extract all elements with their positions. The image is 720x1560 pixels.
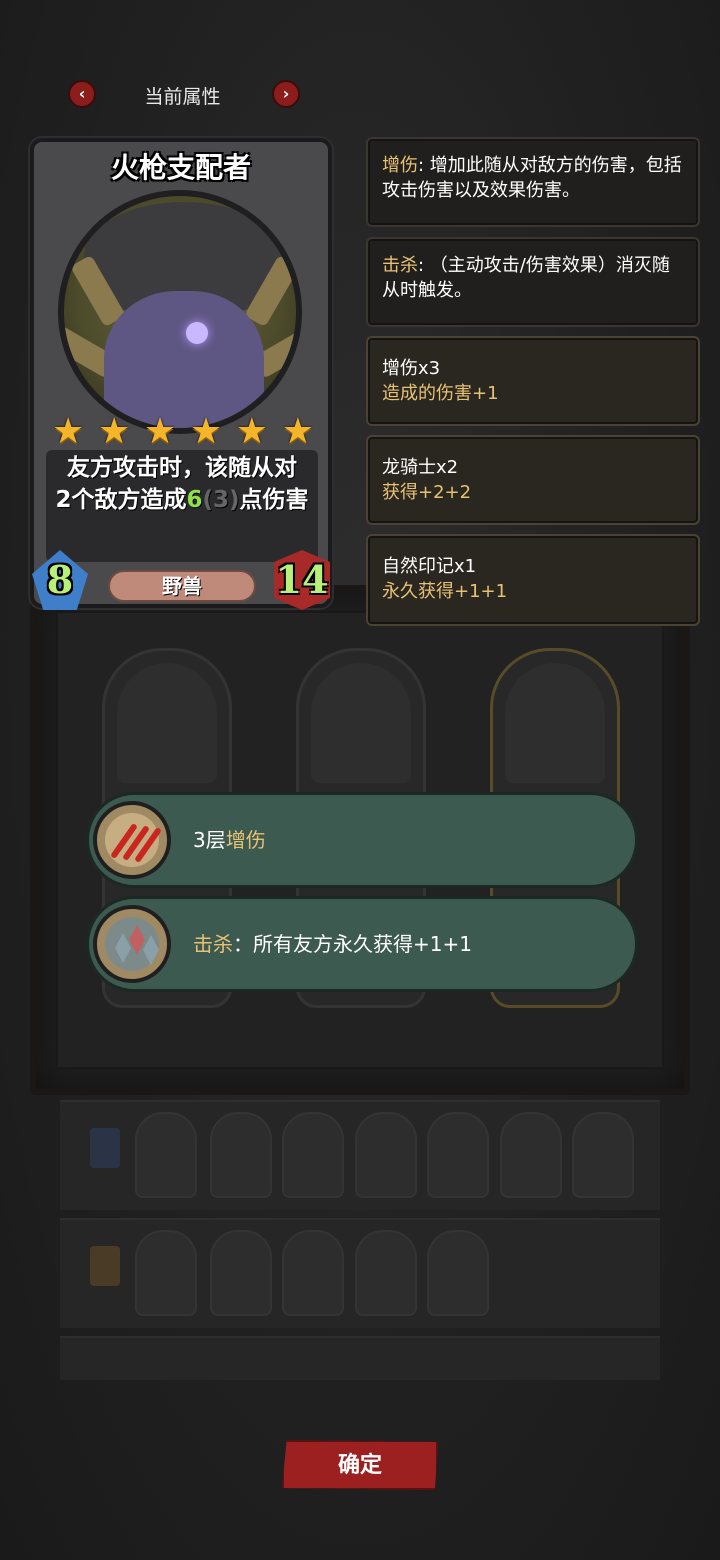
desc-target-count: 2 [55,487,72,513]
buff-panel-dragon-knight: 龙骑士x2 获得+2+2 [366,435,700,525]
keyword-text: 增伤: 增加此随从对敌方的伤害，包括攻击伤害以及效果伤害。 [382,153,684,203]
health-stat: 14 [274,550,330,610]
next-arrow-button[interactable]: › [272,80,300,108]
shop-row-1 [60,1100,660,1210]
keyword-separator: : [418,155,430,176]
banner-prefix: 3层 [193,828,226,852]
buff-panel-nature-mark: 自然印记x1 永久获得+1+1 [366,534,700,626]
glowing-eye-art [186,322,208,344]
shop-tier-badge [90,1246,120,1286]
card-portrait [58,190,302,434]
desc-text: 友方攻击时，该随从对 [67,455,297,481]
buff-panel-damage-boost: 增伤x3 造成的伤害+1 [366,336,700,426]
minion-card: 火枪支配者 ★ ★ ★ ★ ★ ★ 友方攻击时，该随从对 2个敌方造成6(3)点伤… [30,138,332,610]
banner-text: 3层增伤 [193,795,266,885]
banner-keyword: 击杀 [193,932,233,956]
star-rating: ★ ★ ★ ★ ★ ★ [52,414,314,450]
keyword-term: 增伤 [382,155,418,176]
star-icon: ★ [235,411,269,452]
keyword-text: 击杀: （主动攻击/伤害效果）消灭随从时触发。 [382,253,684,303]
buff-detail: 获得+2+2 [382,482,472,503]
desc-damage-value: 6 [186,487,203,513]
card-description: 友方攻击时，该随从对 2个敌方造成6(3)点伤害 [46,452,318,516]
star-icon: ★ [189,411,223,452]
buff-detail: 造成的伤害+1 [382,383,499,404]
buff-title: 龙骑士x2 [382,457,459,478]
attribute-header: ‹ 当前属性 › [60,72,310,116]
keyword-panel-kill: 击杀: （主动攻击/伤害效果）消灭随从时触发。 [366,237,700,327]
desc-base-damage: (3) [202,487,240,513]
keyword-term: 击杀 [382,255,418,276]
star-icon: ★ [143,411,177,452]
buff-detail: 永久获得+1+1 [382,581,508,602]
page-title: 当前属性 [144,86,221,108]
star-icon: ★ [97,411,131,452]
desc-text: 点伤害 [239,487,309,513]
tribe-label: 野兽 [108,570,256,602]
claw-slash-icon [93,801,171,879]
card-name: 火枪支配者 [110,151,251,184]
star-icon: ★ [52,411,85,452]
buff-banner-damage-boost: 3层增伤 [86,792,638,888]
banner-text: 击杀：所有友方永久获得+1+1 [193,899,472,989]
shop-row-2 [60,1218,660,1328]
buff-banner-kill: 击杀：所有友方永久获得+1+1 [86,896,638,992]
confirm-button[interactable]: 确定 [282,1440,438,1490]
desc-text: 个敌方造成 [71,487,187,513]
prev-arrow-button[interactable]: ‹ [68,80,96,108]
buff-title: 自然印记x1 [382,556,477,577]
keyword-panel-damage-boost: 增伤: 增加此随从对敌方的伤害，包括攻击伤害以及效果伤害。 [366,137,700,227]
keyword-separator: : [418,255,430,276]
banner-suffix: ：所有友方永久获得+1+1 [233,932,472,956]
crystal-shards-icon [93,905,171,983]
shop-row-3 [60,1336,660,1380]
star-icon: ★ [281,411,314,452]
shop-tier-badge [90,1128,120,1168]
banner-keyword: 增伤 [225,828,266,852]
buff-title: 增伤x3 [382,358,441,379]
